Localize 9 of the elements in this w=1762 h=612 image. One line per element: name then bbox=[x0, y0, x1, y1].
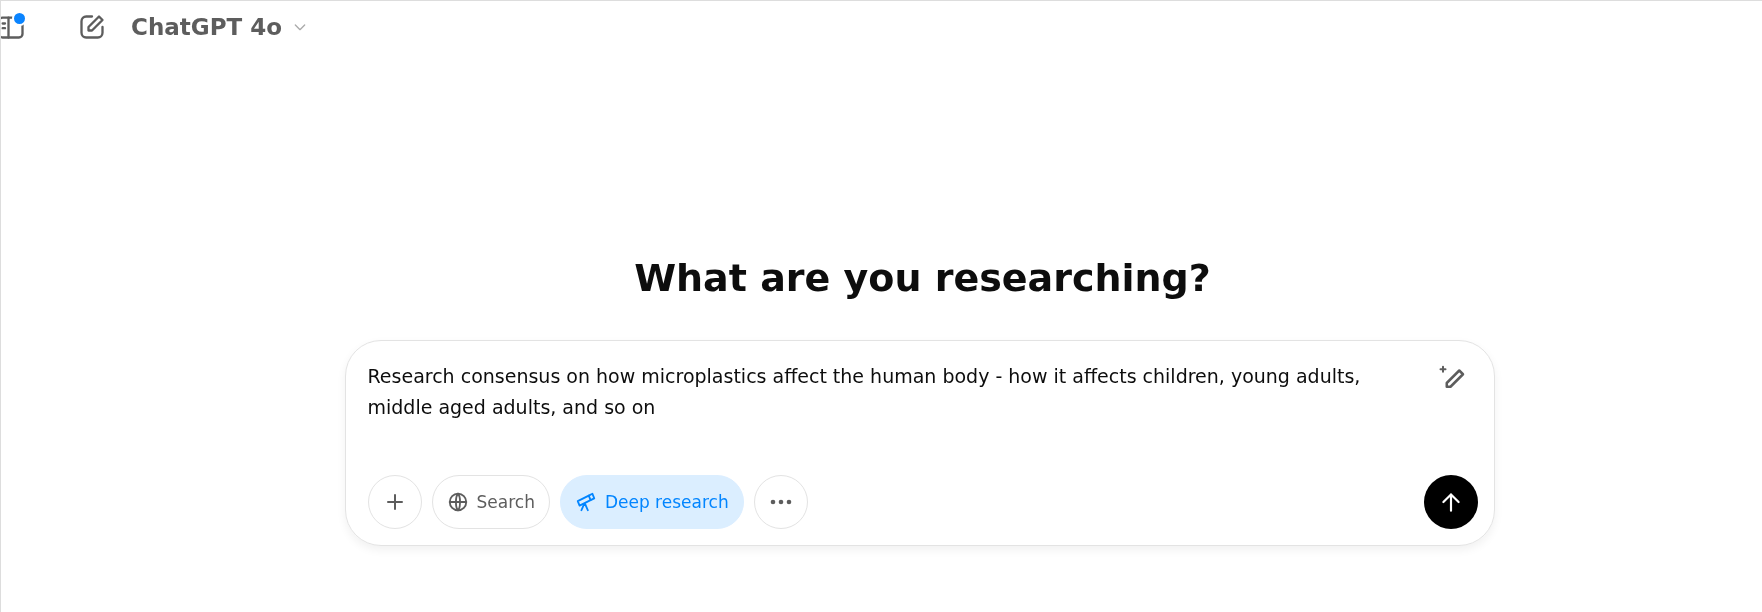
globe-icon bbox=[446, 491, 469, 513]
telescope-icon bbox=[574, 491, 597, 513]
edit-icon bbox=[78, 13, 106, 41]
search-toggle[interactable]: Search bbox=[431, 475, 550, 529]
page-heading: What are you researching? bbox=[634, 256, 1211, 300]
send-button[interactable] bbox=[1423, 475, 1478, 529]
prompt-input-field[interactable]: Research consensus on how microplastics affect the human body - how it affects children, young adults, middle aged adults, and so on bbox=[367, 359, 1418, 424]
model-selector[interactable]: ChatGPT 4o bbox=[131, 14, 308, 40]
more-icon bbox=[769, 499, 792, 505]
